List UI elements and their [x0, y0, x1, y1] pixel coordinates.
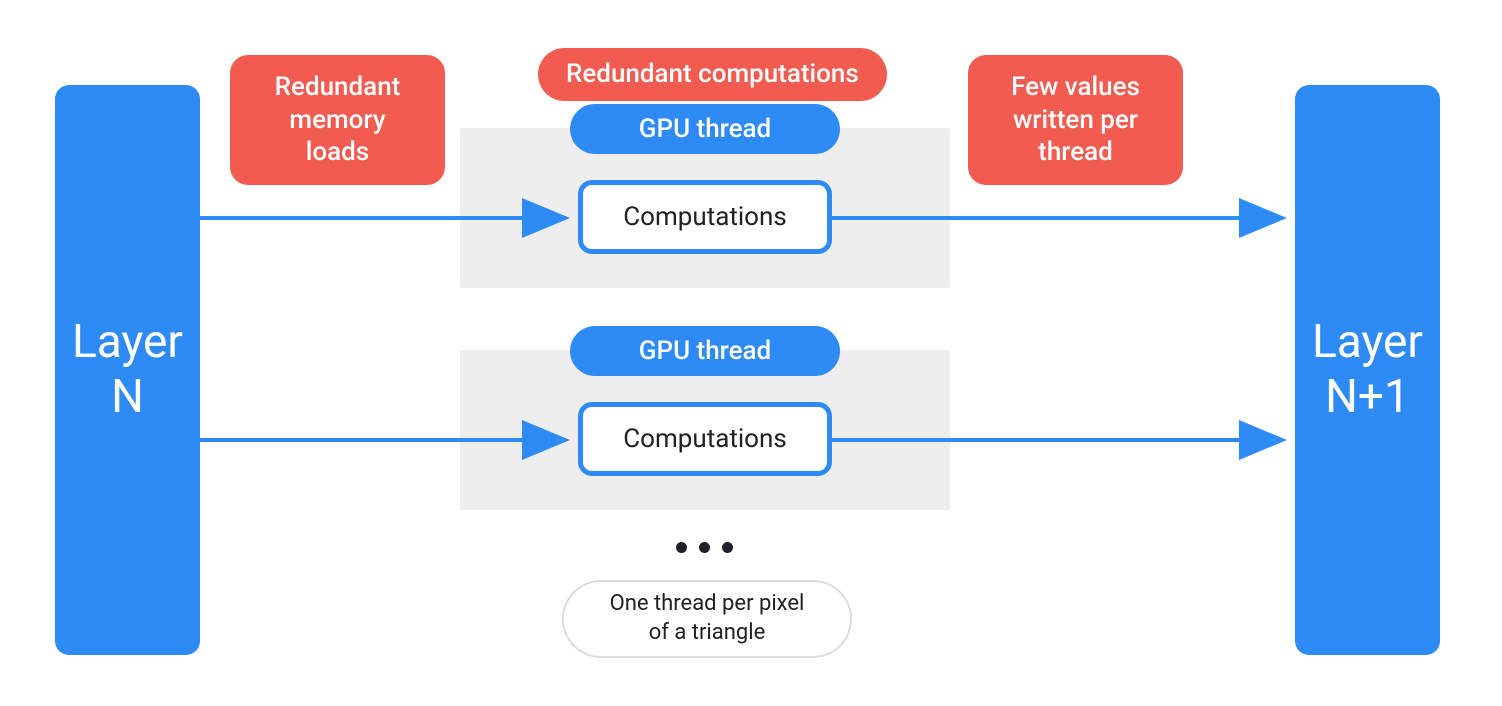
- gpu-thread-label-2: GPU thread: [639, 336, 771, 366]
- footnote-text: One thread per pixel of a triangle: [610, 590, 805, 647]
- arrow-2-in: [200, 437, 580, 443]
- callout-few-values: Few values written per thread: [968, 55, 1183, 185]
- arrow-1-out: [832, 215, 1302, 221]
- ellipsis-dots: [676, 542, 733, 553]
- layer-n-label: Layer N: [72, 315, 183, 425]
- callout-few-values-text: Few values written per thread: [1011, 71, 1140, 169]
- gpu-thread-pill-2: GPU thread: [570, 326, 840, 376]
- layer-n1-label: Layer N+1: [1312, 315, 1423, 425]
- footnote-pill: One thread per pixel of a triangle: [562, 580, 852, 658]
- computations-box-1: Computations: [578, 180, 832, 254]
- gpu-thread-pill-1: GPU thread: [570, 104, 840, 154]
- dot-icon: [722, 542, 733, 553]
- layer-n-box: Layer N: [55, 85, 200, 655]
- callout-redundant-memory: Redundant memory loads: [230, 55, 445, 185]
- arrow-2-out: [832, 437, 1302, 443]
- gpu-thread-label-1: GPU thread: [639, 114, 771, 144]
- callout-redundant-computations: Redundant computations: [538, 48, 887, 101]
- dot-icon: [676, 542, 687, 553]
- computations-box-2: Computations: [578, 402, 832, 476]
- callout-redundant-memory-text: Redundant memory loads: [275, 71, 401, 169]
- callout-redundant-computations-text: Redundant computations: [566, 58, 859, 91]
- dot-icon: [699, 542, 710, 553]
- layer-n1-box: Layer N+1: [1295, 85, 1440, 655]
- computations-label-1: Computations: [623, 202, 787, 232]
- arrow-1-in: [200, 215, 580, 221]
- computations-label-2: Computations: [623, 424, 787, 454]
